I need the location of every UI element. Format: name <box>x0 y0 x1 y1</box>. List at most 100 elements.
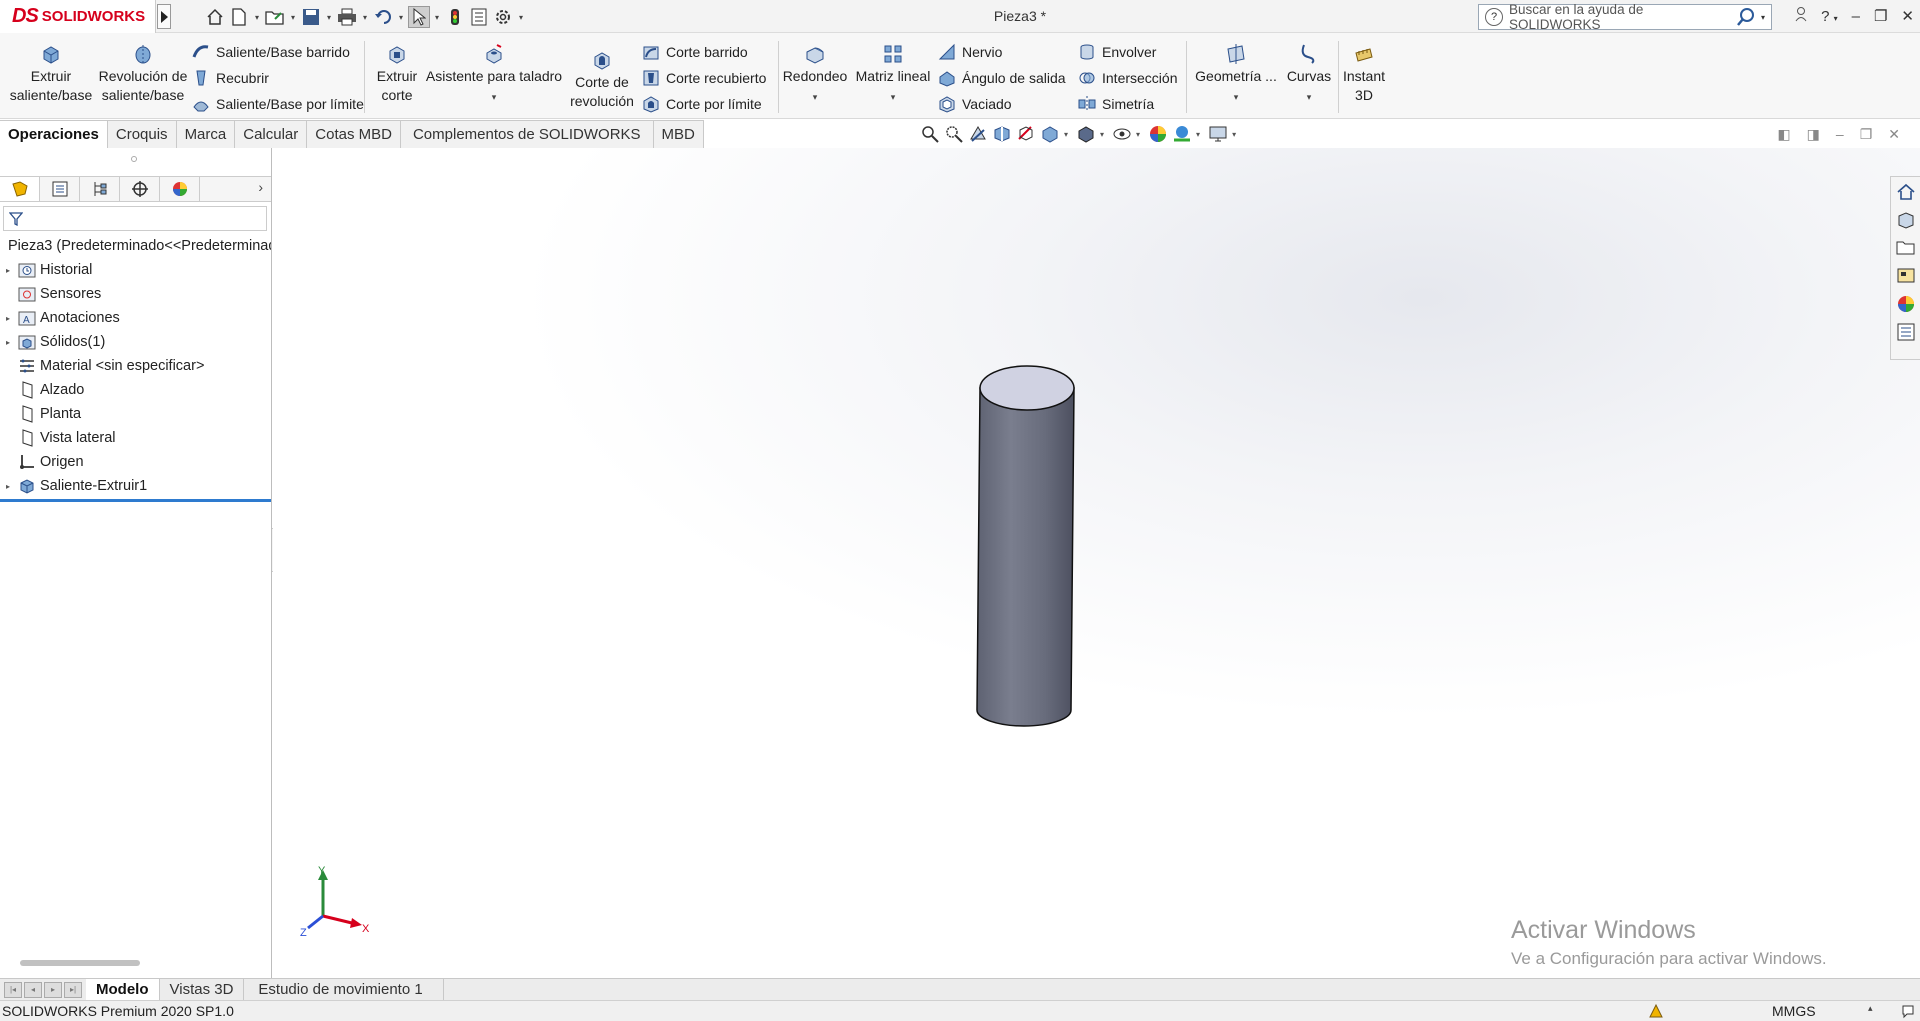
tab-calcular[interactable]: Calcular <box>235 120 308 148</box>
menu-expand-button[interactable] <box>157 4 171 29</box>
tree-root-part[interactable]: Pieza3 (Predeterminado<<Predeterminado>_… <box>0 234 271 258</box>
tree-item-material[interactable]: Material <sin especificar> <box>0 354 271 378</box>
zoom-to-area-icon[interactable] <box>944 124 964 144</box>
undo-dropdown-icon[interactable]: ▾ <box>396 6 406 28</box>
reference-geometry-button[interactable]: Geometría ... ▾ <box>1192 43 1280 107</box>
tab-estudio-movimiento[interactable]: Estudio de movimiento 1 <box>244 979 444 1000</box>
user-icon[interactable] <box>1795 6 1807 26</box>
rollback-bar[interactable] <box>0 499 271 502</box>
expand-arrow-icon[interactable]: ▸ <box>6 338 18 347</box>
prev-tab-arrow-icon[interactable]: ◂ <box>24 981 42 998</box>
view-orientation-dropdown-icon[interactable]: ▾ <box>1064 130 1068 139</box>
configuration-manager-tab[interactable] <box>80 177 120 201</box>
tab-croquis[interactable]: Croquis <box>107 120 177 148</box>
tree-item-solidos[interactable]: ▸ Sólidos(1) <box>0 330 271 354</box>
section-view-icon[interactable] <box>992 124 1012 144</box>
tree-item-sensores[interactable]: Sensores <box>0 282 271 306</box>
search-input[interactable]: Buscar en la ayuda de SOLIDWORKS <box>1509 2 1735 32</box>
shell-button[interactable]: Vaciado <box>938 93 1012 115</box>
custom-properties-icon[interactable] <box>1896 322 1916 342</box>
loft-button[interactable]: Recubrir <box>192 67 269 89</box>
display-style-dropdown-icon[interactable]: ▾ <box>1100 130 1104 139</box>
options-dropdown-icon[interactable]: ▾ <box>516 6 526 28</box>
fillet-button[interactable]: Redondeo ▾ <box>782 43 848 107</box>
expand-arrow-icon[interactable]: ▸ <box>6 482 18 491</box>
extrude-cut-button[interactable]: Extruir corte <box>372 43 422 105</box>
undo-icon[interactable] <box>372 6 394 28</box>
tab-operaciones[interactable]: Operaciones <box>0 120 108 148</box>
view-settings-dropdown-icon[interactable]: ▾ <box>1232 130 1236 139</box>
design-library-icon[interactable] <box>1896 210 1916 230</box>
apply-scene-dropdown-icon[interactable]: ▾ <box>1196 130 1200 139</box>
solidworks-logo[interactable]: DS SOLIDWORKS <box>0 0 156 33</box>
swept-boss-button[interactable]: Saliente/Base barrido <box>192 41 350 63</box>
open-folder-icon[interactable] <box>264 6 286 28</box>
home-icon[interactable] <box>1896 182 1916 202</box>
tab-cotas-mbd[interactable]: Cotas MBD <box>307 120 401 148</box>
fillet-dropdown-icon[interactable]: ▾ <box>813 92 818 102</box>
boundary-cut-button[interactable]: Corte por límite <box>642 93 762 115</box>
view-settings-monitor-icon[interactable] <box>1208 124 1228 144</box>
hole-wizard-button[interactable]: Asistente para taladro ▾ <box>424 43 564 107</box>
appearances-icon[interactable] <box>1896 294 1916 314</box>
hide-show-items-icon[interactable] <box>1112 124 1132 144</box>
viewport-close-icon[interactable]: ✕ <box>1888 126 1900 143</box>
expand-arrow-icon[interactable]: ▸ <box>6 314 18 323</box>
tree-item-planta[interactable]: Planta <box>0 402 271 426</box>
search-icon[interactable] <box>1735 6 1757 28</box>
rib-button[interactable]: Nervio <box>938 41 1002 63</box>
select-dropdown-icon[interactable]: ▾ <box>432 6 442 28</box>
tree-filter-field[interactable] <box>3 206 267 231</box>
instant3d-button[interactable]: Instant 3D <box>1340 43 1388 105</box>
file-explorer-icon[interactable] <box>1896 238 1916 258</box>
restore-icon[interactable]: ❐ <box>1874 7 1887 25</box>
extrude-boss-button[interactable]: Extruir saliente/base <box>8 43 94 105</box>
tab-marca[interactable]: Marca <box>176 120 236 148</box>
next-tab-arrow-icon[interactable]: ▸ <box>44 981 62 998</box>
tree-item-anotaciones[interactable]: ▸ A Anotaciones <box>0 306 271 330</box>
options-gear-icon[interactable] <box>492 6 514 28</box>
swept-cut-button[interactable]: Corte barrido <box>642 41 748 63</box>
view-palette-icon[interactable] <box>1896 266 1916 286</box>
first-tab-arrow-icon[interactable]: |◂ <box>4 981 22 998</box>
zoom-to-fit-icon[interactable] <box>920 124 940 144</box>
quick-tips-icon[interactable] <box>1900 1003 1916 1019</box>
tab-vistas-3d[interactable]: Vistas 3D <box>160 979 245 1000</box>
tree-item-saliente-extruir1[interactable]: ▸ Saliente-Extruir1 <box>0 474 271 498</box>
dimxpert-manager-tab[interactable] <box>120 177 160 201</box>
search-dropdown-icon[interactable]: ▾ <box>1761 13 1771 22</box>
file-properties-icon[interactable] <box>468 6 490 28</box>
new-document-icon[interactable] <box>228 6 250 28</box>
apply-scene-icon[interactable] <box>1172 124 1192 144</box>
tab-mbd[interactable]: MBD <box>653 120 704 148</box>
boundary-boss-button[interactable]: Saliente/Base por límite <box>192 93 364 115</box>
revolve-cut-button[interactable]: Corte de revolución <box>566 49 638 111</box>
reference-geometry-dropdown-icon[interactable]: ▾ <box>1234 92 1239 102</box>
help-search-box[interactable]: ? Buscar en la ayuda de SOLIDWORKS ▾ <box>1478 2 1772 32</box>
display-manager-tab[interactable] <box>160 177 200 201</box>
expand-arrow-icon[interactable]: ▸ <box>6 266 18 275</box>
graphics-area[interactable] <box>273 148 1920 978</box>
save-icon[interactable] <box>300 6 322 28</box>
dynamic-annotation-icon[interactable] <box>1016 124 1036 144</box>
save-dropdown-icon[interactable]: ▾ <box>324 6 334 28</box>
units-dropdown-icon[interactable]: ▴ <box>1868 1003 1884 1019</box>
new-dropdown-icon[interactable]: ▾ <box>252 6 262 28</box>
open-dropdown-icon[interactable]: ▾ <box>288 6 298 28</box>
feature-manager-tab[interactable] <box>0 177 40 201</box>
viewport-split-left-icon[interactable]: ◧ <box>1777 126 1790 143</box>
linear-pattern-button[interactable]: Matriz lineal ▾ <box>852 43 934 107</box>
tree-item-origen[interactable]: Origen <box>0 450 271 474</box>
curves-button[interactable]: Curvas ▾ <box>1284 43 1334 107</box>
revolve-boss-button[interactable]: Revolución de saliente/base <box>98 43 188 105</box>
home-icon[interactable] <box>204 6 226 28</box>
panel-more-chevron-icon[interactable]: › <box>258 179 263 195</box>
last-tab-arrow-icon[interactable]: ▸| <box>64 981 82 998</box>
wrap-button[interactable]: Envolver <box>1078 41 1156 63</box>
tab-complementos[interactable]: Complementos de SOLIDWORKS <box>400 120 654 148</box>
hide-show-dropdown-icon[interactable]: ▾ <box>1136 130 1140 139</box>
tree-item-vista-lateral[interactable]: Vista lateral <box>0 426 271 450</box>
tab-modelo[interactable]: Modelo <box>86 979 160 1000</box>
viewport-split-right-icon[interactable]: ◨ <box>1807 126 1820 143</box>
tree-item-historial[interactable]: ▸ Historial <box>0 258 271 282</box>
